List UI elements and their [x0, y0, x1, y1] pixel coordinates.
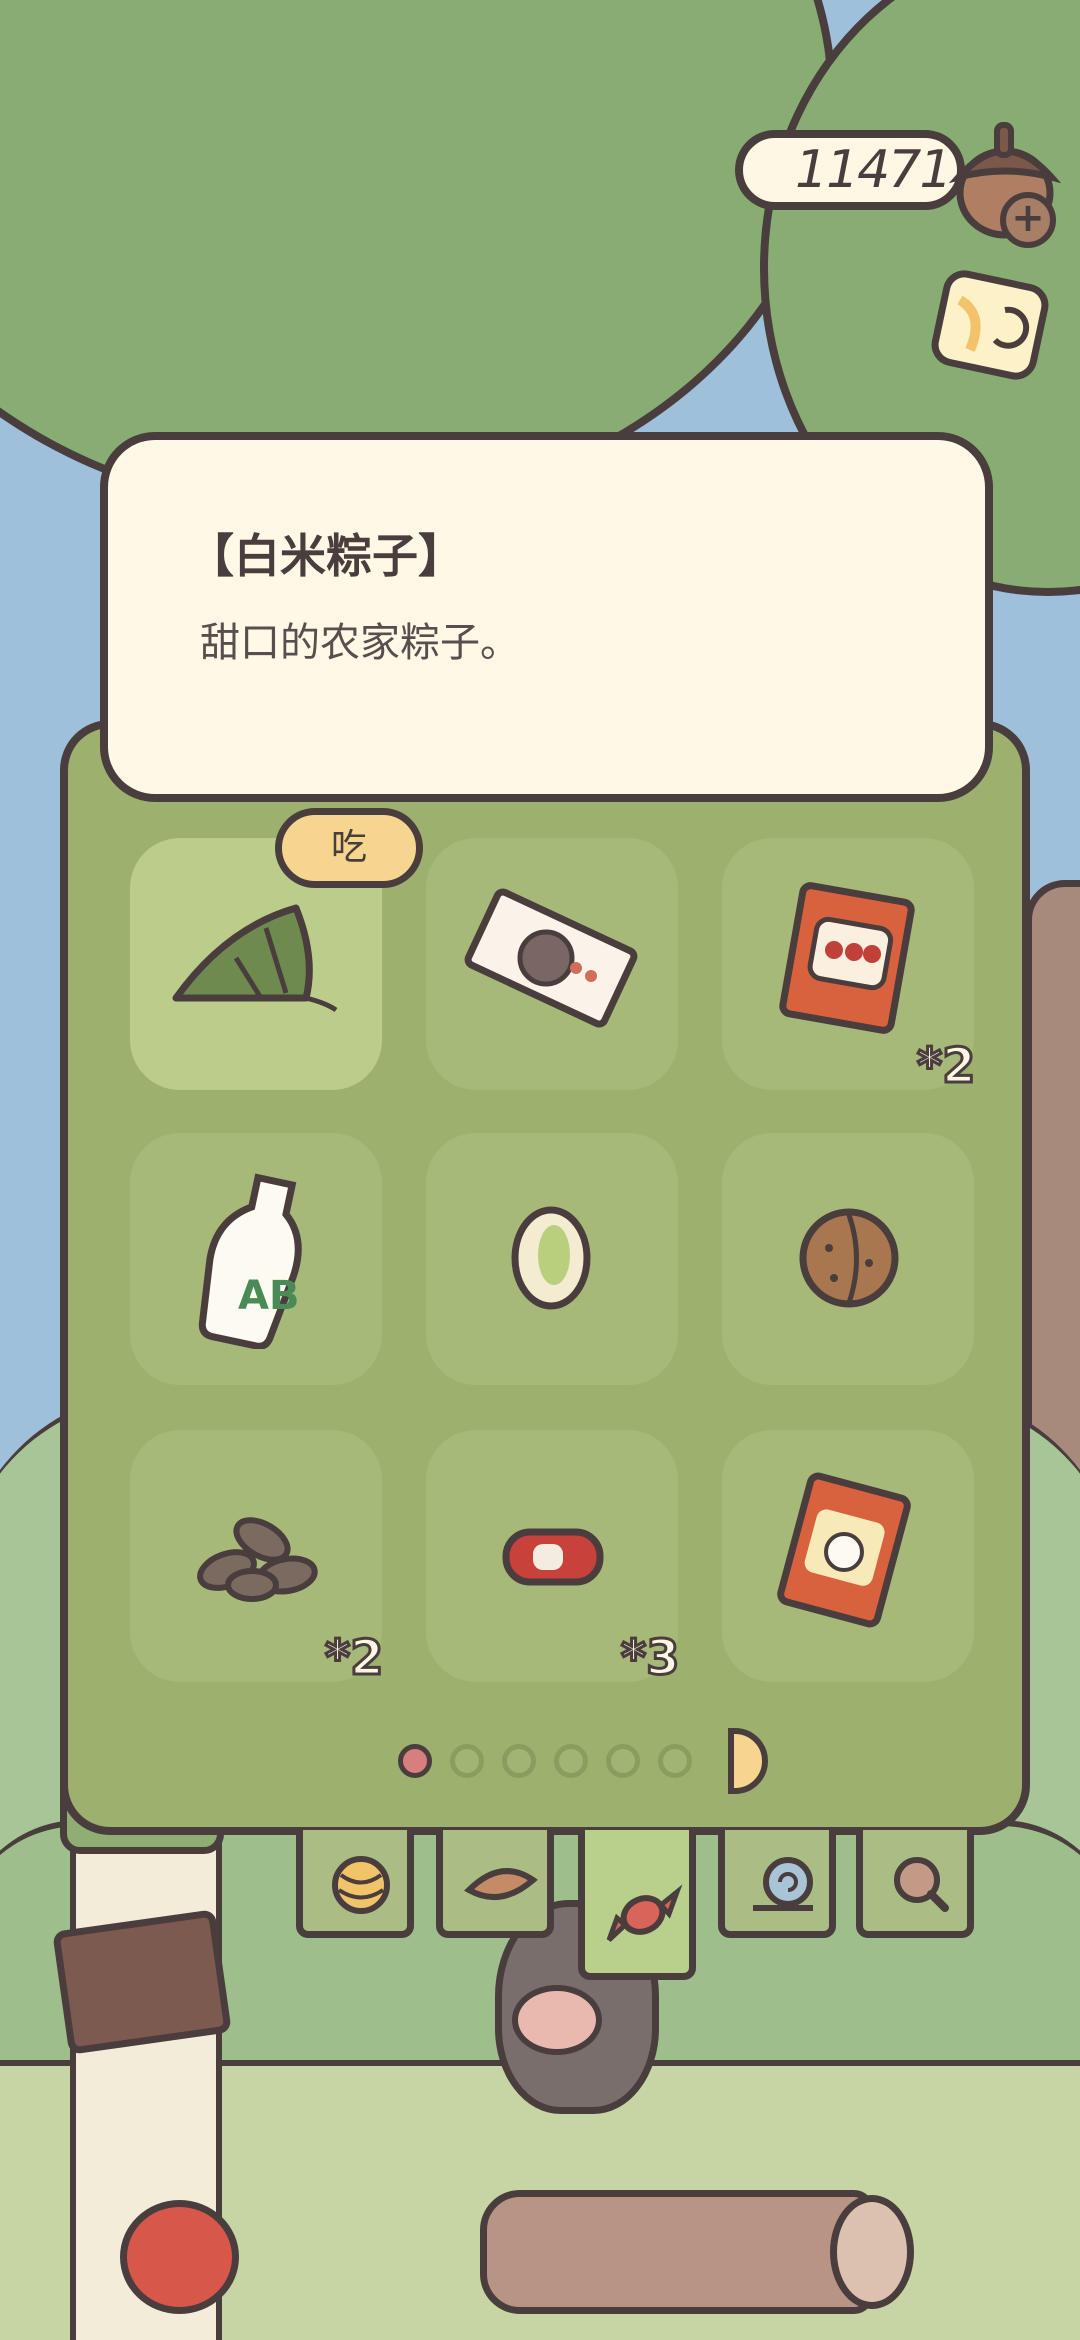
magnifier-icon	[894, 1857, 949, 1912]
item-count: *2	[324, 1629, 385, 1688]
page-indicator	[398, 1728, 768, 1794]
plus-icon[interactable]: +	[1000, 192, 1056, 248]
inventory-panel: *2 AB *2 *3	[60, 720, 1030, 1835]
tab-food[interactable]	[578, 1830, 696, 1980]
coin-counter: 11471	[735, 130, 965, 210]
inventory-slot-7[interactable]: *2	[130, 1430, 385, 1688]
inventory-slot-3[interactable]: *2	[722, 838, 977, 1096]
snack-bag-icon	[779, 882, 915, 1034]
yarn-icon	[332, 1856, 390, 1914]
inventory-slot-5[interactable]	[426, 1133, 678, 1385]
item-tooltip: 【白米粽子】 甜口的农家粽子。	[100, 432, 993, 802]
hedgehog-face	[512, 1985, 602, 2055]
page-dot-6[interactable]	[658, 1744, 692, 1778]
item-count: *2	[916, 1037, 977, 1096]
zongzi-icon	[172, 904, 338, 1013]
page-dot-4[interactable]	[554, 1744, 588, 1778]
page-dot-1[interactable]	[398, 1744, 432, 1778]
tab-creatures[interactable]	[718, 1830, 836, 1938]
milk-bottle-icon: AB	[198, 1173, 302, 1349]
item-count: *3	[620, 1629, 681, 1688]
inventory-slot-6[interactable]	[722, 1133, 974, 1385]
item-description: 甜口的农家粽子。	[200, 620, 520, 666]
inventory-slot-4[interactable]: AB	[130, 1133, 382, 1385]
inventory-slot-8[interactable]: *3	[426, 1430, 681, 1688]
chips-bag-icon	[777, 1472, 911, 1628]
next-page-arrow[interactable]	[728, 1728, 768, 1794]
page-dot-3[interactable]	[502, 1744, 536, 1778]
log	[480, 2190, 874, 2314]
candy-pack-icon	[464, 888, 638, 1028]
coin-value: 11471	[795, 140, 952, 200]
svg-text:AB: AB	[238, 1273, 299, 1319]
note-icon[interactable]	[930, 270, 1055, 385]
soda-can-icon	[502, 1528, 604, 1586]
sunflower-seeds-icon	[197, 1517, 318, 1602]
page-dot-5[interactable]	[606, 1744, 640, 1778]
walnut-icon	[799, 1208, 899, 1308]
inventory-slot-2[interactable]	[426, 838, 678, 1090]
leaf-icon	[464, 1868, 538, 1900]
eat-button[interactable]: 吃	[275, 808, 423, 888]
candy-icon	[606, 1884, 683, 1942]
tab-search[interactable]	[856, 1830, 974, 1938]
inventory-slot-9[interactable]	[722, 1430, 974, 1682]
tab-toys[interactable]	[296, 1830, 414, 1938]
pistachio-icon	[511, 1206, 591, 1310]
page-dot-2[interactable]	[450, 1744, 484, 1778]
item-title: 【白米粽子】	[188, 529, 464, 583]
apple[interactable]	[120, 2200, 239, 2314]
log-end	[830, 2195, 914, 2309]
snail-icon	[753, 1857, 813, 1911]
tab-leaves[interactable]	[436, 1830, 554, 1938]
book[interactable]	[52, 1909, 232, 2055]
